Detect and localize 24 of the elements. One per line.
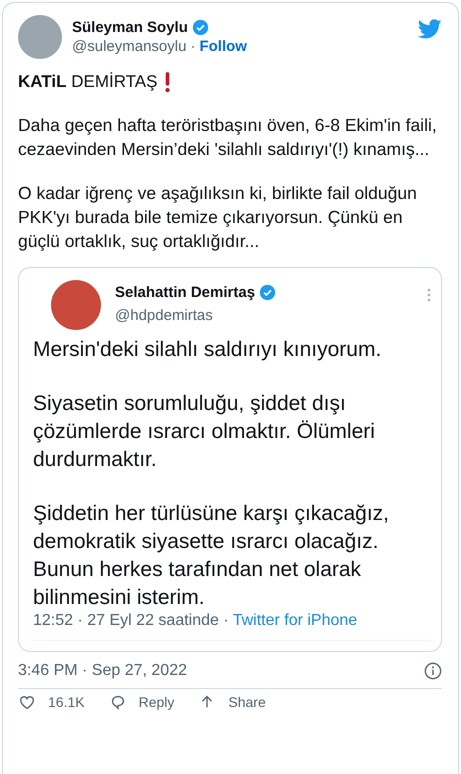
quoted-text: Siyasetin sorumluluğu, şiddet dışı çözümlerde ısrarcı olmaktır. Ölümleri durdurmaktır. bbox=[33, 391, 376, 473]
author-name[interactable]: Selahattin Demirtaş bbox=[115, 284, 256, 301]
avatar[interactable] bbox=[51, 280, 101, 330]
tweet-title: KATiL DEMİRTAŞ bbox=[18, 72, 158, 92]
follow-link[interactable]: Follow bbox=[199, 38, 247, 55]
info-icon[interactable] bbox=[424, 662, 442, 680]
quoted-time: 12:52 · 27 Eyl 22 saatinde · bbox=[33, 612, 229, 630]
quoted-tweet[interactable] bbox=[18, 267, 442, 652]
author-handle[interactable]: @suleymansoylu bbox=[72, 38, 186, 55]
separator: · bbox=[190, 38, 196, 55]
tweet-text: O kadar iğrenç ve aşağılıksın ki, birlikte fail olduğun PKK'yı burada bile temize çıkarıyorsun. Çünkü en güçlü ortaklık, suç ortaklığıdır... bbox=[18, 182, 418, 253]
tweet-timestamp[interactable]: 3:46 PM · Sep 27, 2022 bbox=[18, 662, 187, 680]
bird-logo-icon[interactable] bbox=[418, 17, 442, 41]
tweet-text: Daha geçen hafta teröristbaşını öven, 6-8 Ekim'in faili, cezaevinden Mersin’deki 'silahlı saldırıyı'(!) kınamış... bbox=[18, 114, 438, 161]
source-link[interactable]: Twitter for iPhone bbox=[232, 612, 358, 630]
action-label[interactable]: Reply bbox=[138, 694, 174, 710]
heart-icon[interactable] bbox=[18, 693, 36, 711]
action-label[interactable]: Share bbox=[228, 694, 266, 710]
quoted-text: Şiddetin her türlüsüne karşı çıkacağız, demokratik siyasette ısrarcı olacağız. Bunun herkes tarafından net olarak bilinmesini isterim. bbox=[33, 501, 390, 611]
author-name[interactable]: Süleyman Soylu bbox=[72, 19, 188, 36]
exclamation-icon bbox=[163, 71, 172, 93]
action-label[interactable]: 16.1K bbox=[48, 694, 85, 710]
author-handle[interactable]: @hdpdemirtas bbox=[115, 307, 413, 324]
quoted-text: Mersin'deki silahlı saldırıyı kınıyorum. bbox=[33, 337, 382, 363]
